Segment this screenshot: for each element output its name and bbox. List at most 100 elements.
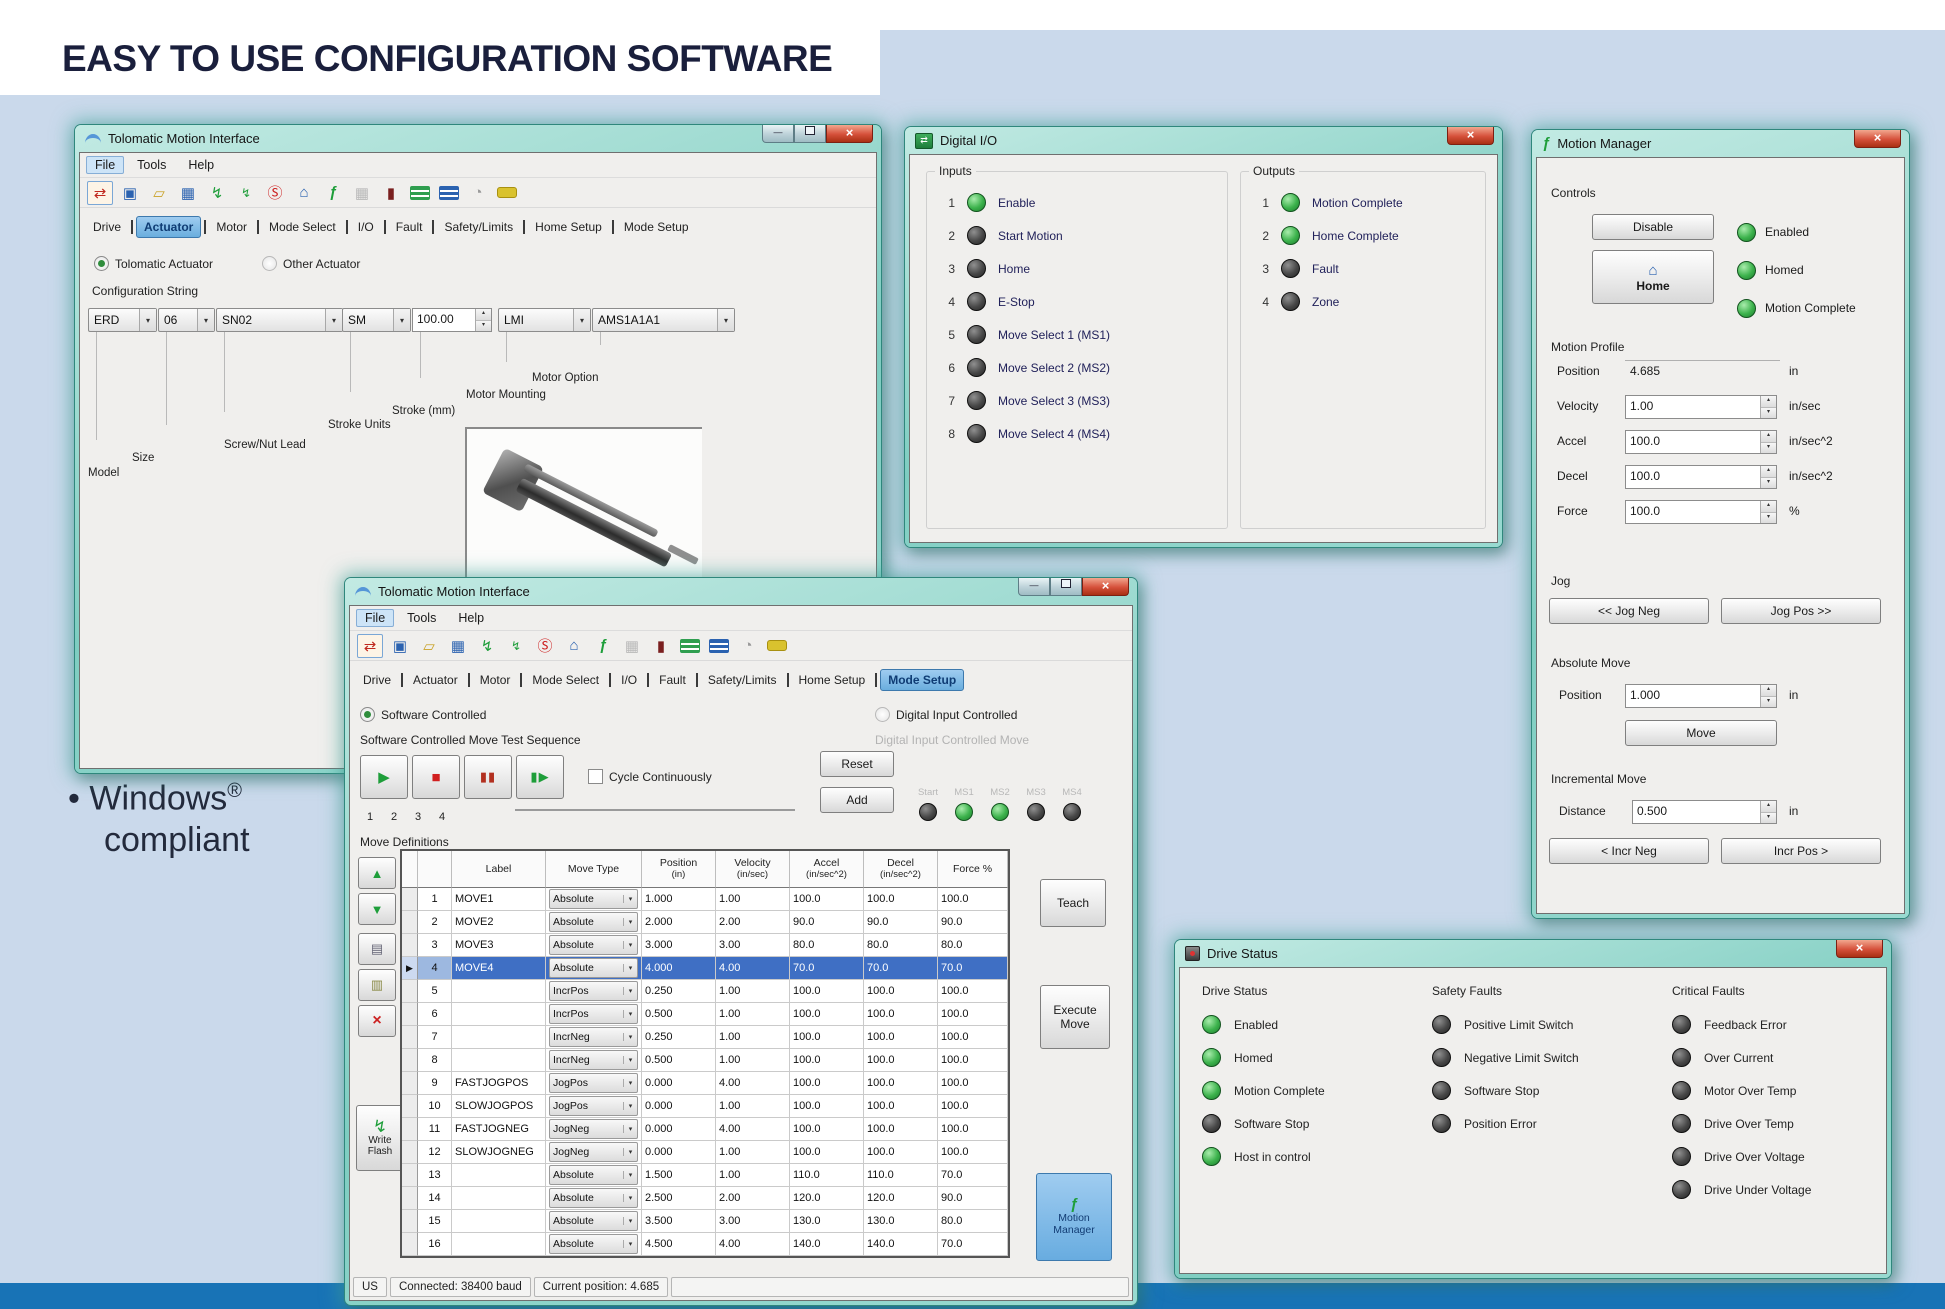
minimize-button[interactable] bbox=[762, 125, 794, 143]
cell-label[interactable]: MOVE3 bbox=[452, 934, 546, 957]
cell-accel[interactable]: 100.0 bbox=[790, 980, 864, 1003]
row-marker[interactable] bbox=[402, 1003, 418, 1026]
cell-force[interactable]: 100.0 bbox=[938, 1141, 1008, 1164]
row-number[interactable]: 14 bbox=[418, 1187, 452, 1210]
menu-item-help[interactable]: Help bbox=[179, 156, 223, 174]
ruler-icon[interactable] bbox=[765, 635, 789, 657]
cell-label[interactable] bbox=[452, 1187, 546, 1210]
io-module-icon[interactable]: ▮ bbox=[379, 182, 403, 204]
spinner[interactable] bbox=[1760, 685, 1776, 707]
move-type-select[interactable]: IncrPos bbox=[549, 981, 638, 1001]
cell-force[interactable]: 70.0 bbox=[938, 1164, 1008, 1187]
cell-label[interactable] bbox=[452, 980, 546, 1003]
move-type-select[interactable]: Absolute bbox=[549, 1234, 638, 1254]
velocity-field[interactable]: 1.00 bbox=[1625, 395, 1777, 419]
cell-position[interactable]: 2.000 bbox=[642, 911, 716, 934]
maximize-button[interactable] bbox=[1050, 578, 1082, 596]
cell-accel[interactable]: 130.0 bbox=[790, 1210, 864, 1233]
row-marker[interactable] bbox=[402, 1095, 418, 1118]
titlebar[interactable]: Digital I/O bbox=[905, 127, 1502, 154]
disable-icon[interactable]: ↯ bbox=[504, 635, 528, 657]
cell-velocity[interactable]: 1.00 bbox=[716, 1141, 790, 1164]
maximize-button[interactable] bbox=[794, 125, 826, 143]
cell-decel[interactable]: 110.0 bbox=[864, 1164, 938, 1187]
row-number[interactable]: 15 bbox=[418, 1210, 452, 1233]
paste-row-button[interactable] bbox=[358, 969, 396, 1001]
cell-position[interactable]: 4.000 bbox=[642, 957, 716, 980]
tab-mode-setup[interactable]: Mode Setup bbox=[880, 669, 964, 691]
monitor-icon[interactable]: ▣ bbox=[118, 182, 142, 204]
cell-velocity[interactable]: 4.00 bbox=[716, 1233, 790, 1256]
cell-label[interactable]: MOVE4 bbox=[452, 957, 546, 980]
cell-label[interactable] bbox=[452, 1233, 546, 1256]
row-number[interactable]: 12 bbox=[418, 1141, 452, 1164]
cell-move-type[interactable]: Absolute bbox=[546, 957, 642, 980]
cell-velocity[interactable]: 3.00 bbox=[716, 934, 790, 957]
cell-label[interactable] bbox=[452, 1003, 546, 1026]
menu-item-tools[interactable]: Tools bbox=[398, 609, 445, 627]
row-number[interactable]: 6 bbox=[418, 1003, 452, 1026]
tab-actuator[interactable]: Actuator bbox=[406, 670, 465, 690]
row-number[interactable]: 4 bbox=[418, 957, 452, 980]
cell-velocity[interactable]: 3.00 bbox=[716, 1210, 790, 1233]
cell-position[interactable]: 2.500 bbox=[642, 1187, 716, 1210]
cell-force[interactable]: 70.0 bbox=[938, 957, 1008, 980]
cell-decel[interactable]: 70.0 bbox=[864, 957, 938, 980]
tab-fault[interactable]: Fault bbox=[389, 217, 430, 237]
copy-row-button[interactable] bbox=[358, 933, 396, 965]
move-type-select[interactable]: IncrNeg bbox=[549, 1027, 638, 1047]
cell-decel[interactable]: 90.0 bbox=[864, 911, 938, 934]
move-down-button[interactable] bbox=[358, 893, 396, 925]
tab-fault[interactable]: Fault bbox=[652, 670, 693, 690]
cell-label[interactable]: MOVE2 bbox=[452, 911, 546, 934]
move-type-select[interactable]: JogPos bbox=[549, 1073, 638, 1093]
digital-io-icon[interactable] bbox=[678, 635, 702, 657]
pause-button[interactable] bbox=[464, 755, 512, 799]
cell-accel[interactable]: 90.0 bbox=[790, 911, 864, 934]
row-number[interactable]: 7 bbox=[418, 1026, 452, 1049]
cell-velocity[interactable]: 2.00 bbox=[716, 1187, 790, 1210]
row-number[interactable]: 8 bbox=[418, 1049, 452, 1072]
cell-label[interactable]: FASTJOGPOS bbox=[452, 1072, 546, 1095]
enable-icon[interactable]: ↯ bbox=[205, 182, 229, 204]
minimize-button[interactable] bbox=[1018, 578, 1050, 596]
config-stroke-mm-field[interactable]: 100.00 bbox=[412, 308, 492, 332]
motion-manager-icon[interactable]: ƒ bbox=[321, 182, 345, 204]
move-up-button[interactable] bbox=[358, 857, 396, 889]
tab-drive[interactable]: Drive bbox=[356, 670, 398, 690]
tab-mode-select[interactable]: Mode Select bbox=[525, 670, 606, 690]
cell-move-type[interactable]: Absolute bbox=[546, 1210, 642, 1233]
cell-label[interactable]: SLOWJOGNEG bbox=[452, 1141, 546, 1164]
row-marker[interactable] bbox=[402, 980, 418, 1003]
config-model-select[interactable]: ERD bbox=[88, 308, 157, 332]
incr-neg-button[interactable]: < Incr Neg bbox=[1549, 838, 1709, 864]
cycle-continuously-checkbox[interactable]: Cycle Continuously bbox=[588, 769, 712, 784]
tab-safety-limits[interactable]: Safety/Limits bbox=[437, 217, 520, 237]
cell-decel[interactable]: 130.0 bbox=[864, 1210, 938, 1233]
disable-button[interactable]: Disable bbox=[1592, 214, 1714, 240]
move-type-select[interactable]: JogNeg bbox=[549, 1142, 638, 1162]
cell-label[interactable]: MOVE1 bbox=[452, 888, 546, 911]
home-button[interactable]: ⌂ Home bbox=[1592, 250, 1714, 304]
cell-accel[interactable]: 80.0 bbox=[790, 934, 864, 957]
cell-move-type[interactable]: Absolute bbox=[546, 888, 642, 911]
ruler-icon[interactable] bbox=[495, 182, 519, 204]
cell-move-type[interactable]: Absolute bbox=[546, 934, 642, 957]
cell-accel[interactable]: 100.0 bbox=[790, 1141, 864, 1164]
radio-software-controlled[interactable]: Software Controlled bbox=[360, 707, 486, 722]
registers-icon[interactable] bbox=[707, 635, 731, 657]
row-marker[interactable] bbox=[402, 1164, 418, 1187]
enable-icon[interactable]: ↯ bbox=[475, 635, 499, 657]
cell-decel[interactable]: 100.0 bbox=[864, 1026, 938, 1049]
move-type-select[interactable]: Absolute bbox=[549, 912, 638, 932]
tab-safety-limits[interactable]: Safety/Limits bbox=[701, 670, 784, 690]
settings-icon[interactable]: ▦ bbox=[350, 182, 374, 204]
cell-position[interactable]: 0.000 bbox=[642, 1118, 716, 1141]
polling-icon[interactable]: ◔ bbox=[736, 635, 760, 657]
reset-button[interactable]: Reset bbox=[820, 751, 894, 777]
cell-accel[interactable]: 100.0 bbox=[790, 1049, 864, 1072]
row-number[interactable]: 16 bbox=[418, 1233, 452, 1256]
cell-decel[interactable]: 100.0 bbox=[864, 1095, 938, 1118]
cell-velocity[interactable]: 1.00 bbox=[716, 1049, 790, 1072]
add-button[interactable]: Add bbox=[820, 787, 894, 813]
